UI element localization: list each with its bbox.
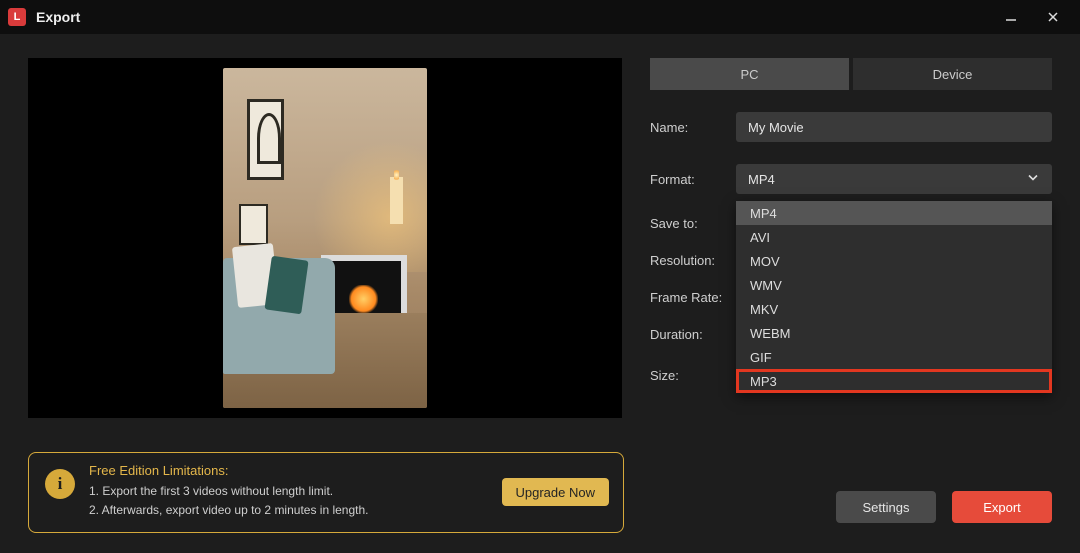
- label-format: Format:: [650, 172, 736, 187]
- format-option-wmv[interactable]: WMV: [736, 273, 1052, 297]
- limitations-text: Free Edition Limitations: 1. Export the …: [89, 463, 369, 520]
- info-icon: i: [45, 469, 75, 499]
- export-button[interactable]: Export: [952, 491, 1052, 523]
- row-format: Format: MP4: [650, 164, 1052, 194]
- main-area: PC Device Name: Format: MP4 Save to:: [0, 34, 1080, 452]
- footer: i Free Edition Limitations: 1. Export th…: [0, 452, 1080, 553]
- limitations-box: i Free Edition Limitations: 1. Export th…: [28, 452, 624, 533]
- label-name: Name:: [650, 120, 736, 135]
- settings-button[interactable]: Settings: [836, 491, 936, 523]
- format-option-gif[interactable]: GIF: [736, 345, 1052, 369]
- minimize-button[interactable]: [992, 0, 1030, 34]
- format-option-mov[interactable]: MOV: [736, 249, 1052, 273]
- fields-group: Name: Format: MP4 Save to: Resolution:: [650, 112, 1052, 383]
- limitations-heading: Free Edition Limitations:: [89, 463, 369, 478]
- preview-thumbnail: [223, 68, 427, 408]
- format-selected-value: MP4: [748, 172, 775, 187]
- preview-pane: [28, 58, 622, 418]
- label-duration: Duration:: [650, 327, 736, 342]
- upgrade-button[interactable]: Upgrade Now: [502, 478, 610, 506]
- window-controls: [992, 0, 1072, 34]
- target-tabs: PC Device: [650, 58, 1052, 90]
- window-title: Export: [36, 9, 80, 25]
- action-buttons: Settings Export: [836, 491, 1052, 533]
- title-bar: L Export: [0, 0, 1080, 34]
- format-option-avi[interactable]: AVI: [736, 225, 1052, 249]
- label-frame-rate: Frame Rate:: [650, 290, 736, 305]
- limitations-line1: 1. Export the first 3 videos without len…: [89, 482, 369, 501]
- chevron-down-icon: [1026, 171, 1040, 188]
- label-save-to: Save to:: [650, 216, 736, 231]
- format-dropdown[interactable]: MP4AVIMOVWMVMKVWEBMGIFMP3: [736, 201, 1052, 393]
- format-select[interactable]: MP4: [736, 164, 1052, 194]
- format-option-webm[interactable]: WEBM: [736, 321, 1052, 345]
- export-settings-pane: PC Device Name: Format: MP4 Save to:: [650, 58, 1052, 442]
- tab-pc[interactable]: PC: [650, 58, 849, 90]
- format-option-mp4[interactable]: MP4: [736, 201, 1052, 225]
- name-input[interactable]: [736, 112, 1052, 142]
- tab-device[interactable]: Device: [853, 58, 1052, 90]
- label-size: Size:: [650, 368, 736, 383]
- app-icon: L: [8, 8, 26, 26]
- limitations-line2: 2. Afterwards, export video up to 2 minu…: [89, 501, 369, 520]
- format-option-mkv[interactable]: MKV: [736, 297, 1052, 321]
- close-button[interactable]: [1034, 0, 1072, 34]
- label-resolution: Resolution:: [650, 253, 736, 268]
- format-option-mp3[interactable]: MP3: [736, 369, 1052, 393]
- row-name: Name:: [650, 112, 1052, 142]
